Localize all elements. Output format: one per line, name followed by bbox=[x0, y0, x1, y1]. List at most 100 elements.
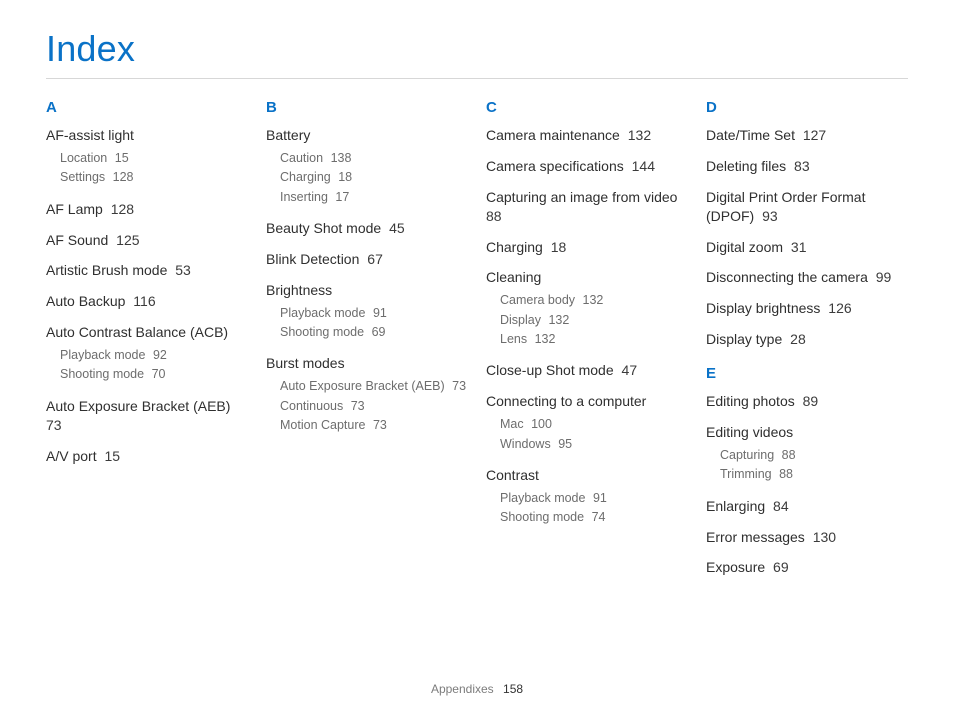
index-entry[interactable]: Editing videos Capturing 88Trimming 88 bbox=[706, 423, 908, 485]
index-page-ref: 84 bbox=[769, 498, 788, 514]
index-entry[interactable]: Battery Caution 138Charging 18Inserting 1… bbox=[266, 126, 468, 207]
index-entry[interactable]: A/V port 15 bbox=[46, 447, 248, 466]
index-entry-label: Digital zoom 31 bbox=[706, 238, 908, 257]
index-entry[interactable]: Display type 28 bbox=[706, 330, 908, 349]
index-subentry[interactable]: Motion Capture 73 bbox=[280, 416, 468, 435]
index-entry[interactable]: Close-up Shot mode 47 bbox=[486, 361, 688, 380]
index-entry[interactable]: Digital Print Order Format (DPOF) 93 bbox=[706, 188, 908, 226]
index-entry[interactable]: Date/Time Set 127 bbox=[706, 126, 908, 145]
index-subentry[interactable]: Settings 128 bbox=[60, 168, 248, 187]
index-page-ref: 92 bbox=[149, 348, 166, 362]
index-subentry[interactable]: Shooting mode 74 bbox=[500, 508, 688, 527]
index-entry[interactable]: Auto Contrast Balance (ACB)Playback mode… bbox=[46, 323, 248, 385]
index-entry-label: Camera maintenance 132 bbox=[486, 126, 688, 145]
index-entry-label: Cleaning bbox=[486, 268, 688, 287]
index-entry-label: Capturing an image from video 88 bbox=[486, 188, 688, 226]
index-entry-label: A/V port 15 bbox=[46, 447, 248, 466]
page-title: Index bbox=[46, 28, 908, 70]
index-subentry[interactable]: Display 132 bbox=[500, 311, 688, 330]
index-entry[interactable]: Display brightness 126 bbox=[706, 299, 908, 318]
index-entry[interactable]: Editing photos 89 bbox=[706, 392, 908, 411]
index-entry-label: Date/Time Set 127 bbox=[706, 126, 908, 145]
index-subentries: Auto Exposure Bracket (AEB) 73Continuous… bbox=[280, 377, 468, 435]
index-subentry[interactable]: Continuous 73 bbox=[280, 397, 468, 416]
index-subentry[interactable]: Caution 138 bbox=[280, 149, 468, 168]
index-column: AAF-assist lightLocation 15Settings 128A… bbox=[46, 97, 248, 593]
index-entry[interactable]: AF Sound 125 bbox=[46, 231, 248, 250]
index-entry[interactable]: Connecting to a computer Mac 100Windows 9… bbox=[486, 392, 688, 454]
index-entry-label: Enlarging 84 bbox=[706, 497, 908, 516]
index-entry[interactable]: Capturing an image from video 88 bbox=[486, 188, 688, 226]
index-page-ref: 73 bbox=[347, 399, 364, 413]
index-entry[interactable]: BrightnessPlayback mode 91Shooting mode … bbox=[266, 281, 468, 343]
index-column: BBatteryCaution 138Charging 18Inserting … bbox=[266, 97, 468, 593]
index-entry[interactable]: Cleaning Camera body 132Display 132Lens 1… bbox=[486, 268, 688, 349]
index-subentry[interactable]: Charging 18 bbox=[280, 168, 468, 187]
index-letter: C bbox=[486, 99, 688, 116]
index-entry[interactable]: Charging 18 bbox=[486, 238, 688, 257]
index-entry[interactable]: Exposure 69 bbox=[706, 558, 908, 577]
index-page-ref: 125 bbox=[112, 232, 139, 248]
index-entry[interactable]: Enlarging 84 bbox=[706, 497, 908, 516]
index-entry[interactable]: AF Lamp 128 bbox=[46, 200, 248, 219]
index-page-ref: 91 bbox=[369, 306, 386, 320]
index-entry-label: Artistic Brush mode 53 bbox=[46, 261, 248, 280]
index-subentry[interactable]: Windows 95 bbox=[500, 435, 688, 454]
index-section: AAF-assist lightLocation 15Settings 128A… bbox=[46, 99, 248, 466]
index-section: DDate/Time Set 127Deleting files 83Digit… bbox=[706, 99, 908, 349]
index-page-ref: 100 bbox=[528, 417, 552, 431]
index-subentry[interactable]: Playback mode 91 bbox=[500, 489, 688, 508]
index-entry-label: Error messages 130 bbox=[706, 528, 908, 547]
index-entry-label: Connecting to a computer bbox=[486, 392, 688, 411]
index-entry-label: Battery bbox=[266, 126, 468, 145]
index-entry[interactable]: Beauty Shot mode 45 bbox=[266, 219, 468, 238]
index-page-ref: 116 bbox=[129, 293, 155, 309]
index-subentry[interactable]: Location 15 bbox=[60, 149, 248, 168]
index-subentry[interactable]: Auto Exposure Bracket (AEB) 73 bbox=[280, 377, 468, 396]
index-page-ref: 18 bbox=[547, 239, 566, 255]
index-entry[interactable]: Error messages 130 bbox=[706, 528, 908, 547]
index-subentries: Mac 100Windows 95 bbox=[500, 415, 688, 454]
index-entry-label: Close-up Shot mode 47 bbox=[486, 361, 688, 380]
index-entry-label: Editing videos bbox=[706, 423, 908, 442]
index-page-ref: 53 bbox=[171, 262, 190, 278]
index-subentry[interactable]: Inserting 17 bbox=[280, 188, 468, 207]
index-entry[interactable]: Auto Backup 116 bbox=[46, 292, 248, 311]
index-entry[interactable]: Digital zoom 31 bbox=[706, 238, 908, 257]
index-entry[interactable]: ContrastPlayback mode 91Shooting mode 74 bbox=[486, 466, 688, 528]
index-subentry[interactable]: Lens 132 bbox=[500, 330, 688, 349]
index-entry[interactable]: Disconnecting the camera 99 bbox=[706, 268, 908, 287]
index-letter: E bbox=[706, 365, 908, 382]
index-entry[interactable]: Artistic Brush mode 53 bbox=[46, 261, 248, 280]
index-subentry[interactable]: Playback mode 91 bbox=[280, 304, 468, 323]
footer-section: Appendixes bbox=[431, 682, 494, 696]
index-entry[interactable]: Blink Detection 67 bbox=[266, 250, 468, 269]
index-subentry[interactable]: Shooting mode 70 bbox=[60, 365, 248, 384]
index-columns: AAF-assist lightLocation 15Settings 128A… bbox=[46, 97, 908, 593]
index-subentry[interactable]: Camera body 132 bbox=[500, 291, 688, 310]
index-subentry[interactable]: Mac 100 bbox=[500, 415, 688, 434]
index-section: E Editing photos 89 Editing videos Capturin… bbox=[706, 365, 908, 577]
index-entry[interactable]: Auto Exposure Bracket (AEB) 73 bbox=[46, 397, 248, 435]
index-page-ref: 138 bbox=[327, 151, 351, 165]
index-entry[interactable]: Camera specifications 144 bbox=[486, 157, 688, 176]
index-page-ref: 67 bbox=[363, 251, 382, 267]
index-page-ref: 69 bbox=[769, 559, 788, 575]
index-entry[interactable]: Deleting files 83 bbox=[706, 157, 908, 176]
index-page-ref: 74 bbox=[588, 510, 605, 524]
index-entry[interactable]: Camera maintenance 132 bbox=[486, 126, 688, 145]
index-entry-label: Disconnecting the camera 99 bbox=[706, 268, 908, 287]
index-entry-label: Editing photos 89 bbox=[706, 392, 908, 411]
index-subentries: Capturing 88Trimming 88 bbox=[720, 446, 908, 485]
index-subentry[interactable]: Playback mode 92 bbox=[60, 346, 248, 365]
index-subentry[interactable]: Shooting mode 69 bbox=[280, 323, 468, 342]
index-subentry[interactable]: Trimming 88 bbox=[720, 465, 908, 484]
index-entry[interactable]: Burst modesAuto Exposure Bracket (AEB) 7… bbox=[266, 354, 468, 435]
index-subentries: Playback mode 92Shooting mode 70 bbox=[60, 346, 248, 385]
index-page-ref: 73 bbox=[46, 417, 62, 433]
index-page-ref: 128 bbox=[109, 170, 133, 184]
index-entry[interactable]: AF-assist lightLocation 15Settings 128 bbox=[46, 126, 248, 188]
index-subentry[interactable]: Capturing 88 bbox=[720, 446, 908, 465]
index-page-ref: 88 bbox=[778, 448, 795, 462]
index-page-ref: 132 bbox=[624, 127, 651, 143]
